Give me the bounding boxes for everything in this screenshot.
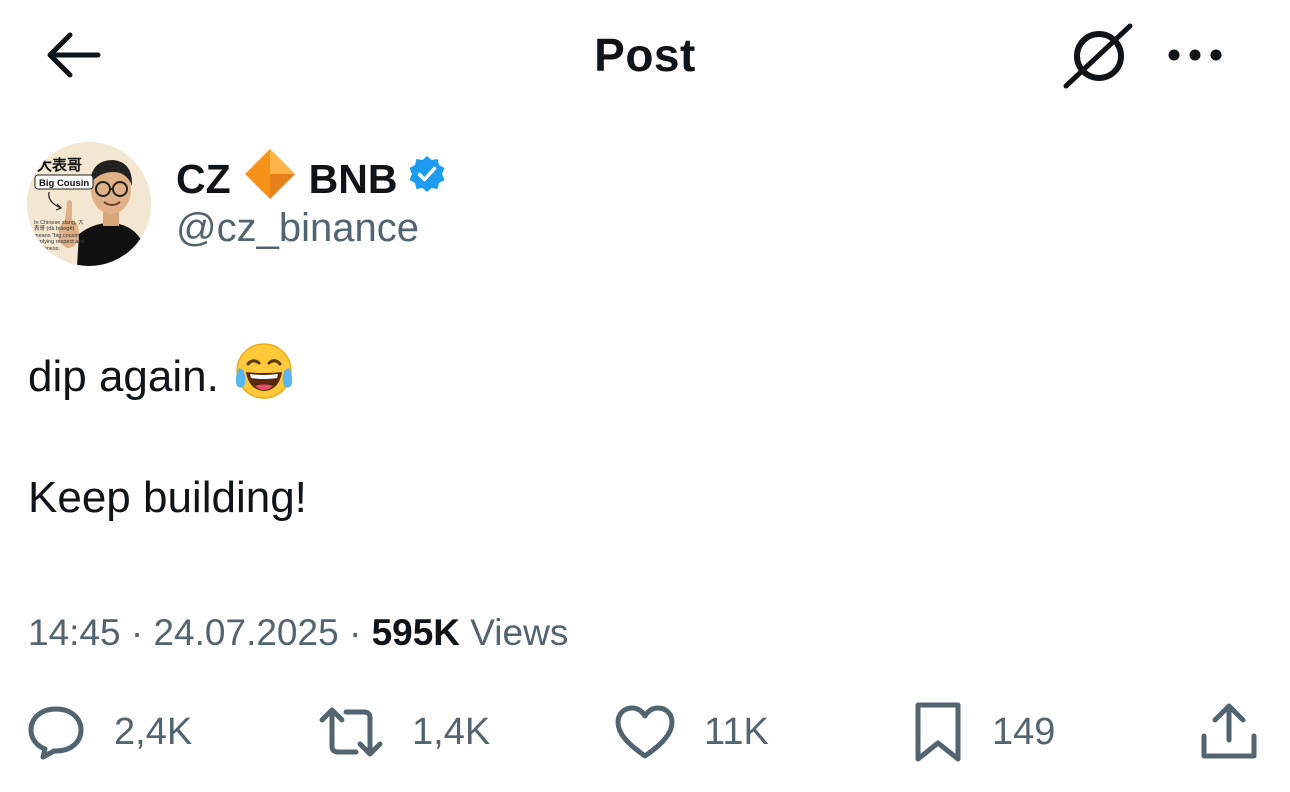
reply-button[interactable]: 2,4K: [26, 700, 192, 764]
laughing-emoji-icon: [233, 340, 295, 413]
display-name-second: BNB: [308, 155, 398, 202]
avatar[interactable]: 大表哥 Big Cousin In Chinese slang, 大表哥 (dà…: [27, 142, 151, 266]
diamond-icon: [243, 147, 297, 211]
grok-icon: [1063, 23, 1133, 89]
bookmark-button[interactable]: 149: [912, 700, 1055, 764]
post-meta: 14:45 · 24.07.2025 · 595K Views: [28, 612, 568, 654]
tweet-text: dip again.: [28, 351, 219, 401]
share-button[interactable]: [1198, 700, 1260, 764]
bookmark-count: 149: [992, 710, 1056, 753]
user-handle[interactable]: @cz_binance: [176, 206, 419, 251]
display-name[interactable]: CZ BNB: [176, 149, 447, 204]
repost-icon: [319, 707, 383, 757]
meta-separator: ·: [348, 612, 362, 653]
avatar-label-text: Big Cousin: [39, 178, 89, 189]
repost-button[interactable]: 1,4K: [318, 700, 490, 764]
reply-icon: [28, 706, 84, 760]
tweet-text-line-2: Keep building!: [28, 473, 307, 522]
reply-count: 2,4K: [114, 710, 193, 753]
like-count: 11K: [704, 710, 769, 753]
avatar-top-text: 大表哥: [37, 156, 82, 174]
like-icon: [615, 705, 675, 759]
repost-count: 1,4K: [412, 710, 491, 753]
avatar-image: 大表哥 Big Cousin In Chinese slang, 大表哥 (dà…: [27, 142, 151, 266]
post-time[interactable]: 14:45: [28, 612, 121, 653]
tweet-text-line-1: dip again.: [28, 340, 295, 413]
verified-badge-icon[interactable]: [407, 154, 447, 204]
views-label: Views: [470, 612, 569, 653]
more-icon: [1168, 49, 1222, 61]
grok-button[interactable]: [1062, 22, 1134, 90]
display-name-first: CZ: [176, 155, 231, 202]
meta-separator: ·: [130, 612, 144, 653]
more-options-button[interactable]: [1160, 30, 1230, 80]
share-icon: [1201, 703, 1257, 759]
post-date[interactable]: 24.07.2025: [153, 612, 338, 653]
top-bar: Post: [0, 0, 1290, 110]
like-button[interactable]: 11K: [614, 700, 769, 764]
bookmark-icon: [915, 702, 961, 762]
views-count: 595K: [371, 612, 461, 653]
avatar-caption: In Chinese slang, 大表哥 (dà biǎogē) means …: [34, 220, 85, 252]
